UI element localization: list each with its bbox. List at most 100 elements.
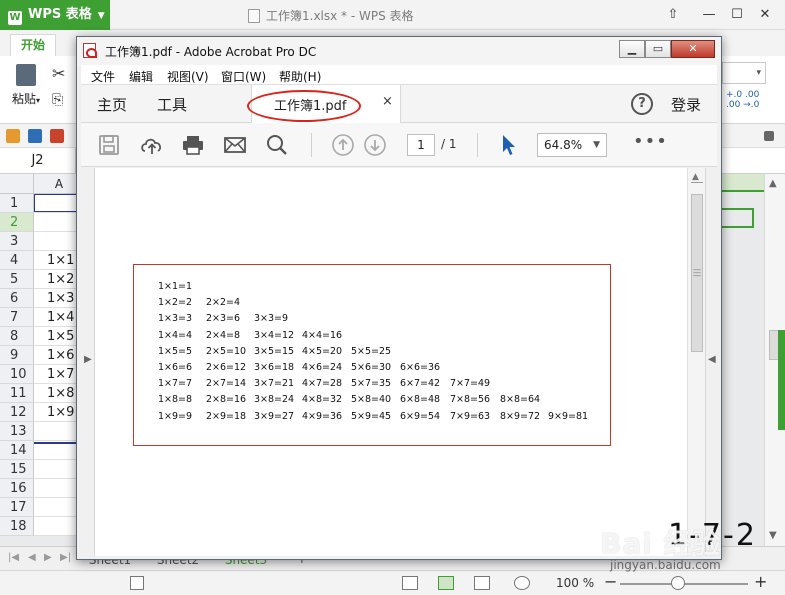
login-button[interactable]: 登录 (671, 94, 701, 115)
first-sheet-icon[interactable]: |◀ (8, 552, 19, 563)
copy-icon[interactable]: ⎘ (52, 92, 63, 108)
menu-window[interactable]: 窗口(W) (221, 68, 266, 85)
decimal-adjust-icon[interactable]: +.0 .00.00 →.0 (726, 90, 759, 110)
acrobat-menubar: 文件 编辑 视图(V) 窗口(W) 帮助(H) (81, 65, 717, 85)
select-all-corner[interactable] (0, 174, 34, 194)
row-header[interactable]: 13 (0, 422, 34, 441)
print-icon[interactable] (181, 133, 205, 157)
row-header[interactable]: 9 (0, 346, 34, 365)
table-cell: 3×7=21 (254, 378, 295, 390)
name-box[interactable]: J2 (0, 148, 76, 174)
scroll-down-icon[interactable]: ▼ (769, 530, 777, 541)
wps-app-menu-button[interactable]: W WPS 表格 ▼ (0, 0, 110, 30)
row-header[interactable]: 6 (0, 289, 34, 308)
more-tools-icon[interactable]: ••• (633, 131, 668, 152)
scissors-icon[interactable]: ✂ (52, 64, 65, 83)
column-header-j[interactable] (720, 174, 765, 192)
acrobat-minimize-button[interactable]: ▁ (619, 40, 645, 58)
status-bar: 100 % − + (0, 570, 785, 595)
open-folder-icon[interactable] (6, 129, 20, 143)
menu-edit[interactable]: 编辑 (129, 68, 153, 85)
select-cursor-icon[interactable] (497, 133, 521, 157)
nav-tools[interactable]: 工具 (157, 94, 187, 115)
export-pdf-icon[interactable] (50, 129, 64, 143)
acrobat-maximize-button[interactable]: ▭ (645, 40, 671, 58)
search-icon[interactable] (265, 133, 289, 157)
paste-button[interactable]: 粘贴▾ (8, 64, 44, 107)
wps-logo-icon: W (8, 11, 22, 25)
save-icon[interactable] (28, 129, 42, 143)
row-header[interactable]: 1 (0, 194, 34, 213)
side-panel-handle[interactable] (778, 330, 785, 430)
row-header[interactable]: 2 (0, 213, 34, 232)
number-format-select[interactable]: ▾ (722, 62, 766, 84)
last-sheet-icon[interactable]: ▶| (60, 552, 71, 563)
zoom-select[interactable]: 64.8% ▼ (537, 133, 607, 157)
scroll-up-icon[interactable]: ▲ (769, 178, 777, 189)
page-up-icon[interactable] (331, 133, 355, 157)
row-header[interactable]: 5 (0, 270, 34, 289)
pdf-vertical-scrollbar[interactable]: ▲ — — — (687, 168, 705, 556)
clipboard-icon (16, 64, 36, 86)
table-cell: 4×9=36 (302, 410, 343, 422)
scroll-up-icon[interactable]: ▲ (692, 172, 699, 182)
cloud-upload-icon[interactable] (139, 133, 163, 157)
chevron-down-icon: ▾ (36, 96, 41, 105)
row-header[interactable]: 7 (0, 308, 34, 327)
close-button[interactable]: ✕ (756, 6, 774, 24)
page-number-input[interactable]: 1 (407, 134, 435, 156)
left-panel-toggle[interactable]: ▶ (81, 168, 95, 556)
view-page-break-icon[interactable] (402, 576, 418, 590)
menu-view[interactable]: 视图(V) (167, 68, 209, 85)
row-header[interactable]: 15 (0, 460, 34, 479)
close-tab-icon[interactable]: × (382, 94, 393, 109)
collapse-ribbon-icon[interactable] (764, 131, 774, 141)
menu-help[interactable]: 帮助(H) (279, 68, 321, 85)
acrobat-titlebar: 工作簿1.pdf - Adobe Acrobat Pro DC ▁ ▭ ✕ (77, 37, 721, 65)
zoom-in-icon[interactable]: + (754, 572, 767, 591)
view-normal-icon[interactable] (438, 576, 454, 590)
row-header[interactable]: 17 (0, 498, 34, 517)
row-header[interactable]: 16 (0, 479, 34, 498)
save-icon[interactable] (97, 133, 121, 157)
email-icon[interactable] (223, 133, 247, 157)
minimize-button[interactable]: — (700, 6, 718, 24)
row-header[interactable]: 11 (0, 384, 34, 403)
help-icon[interactable]: ? (631, 93, 653, 115)
row-header[interactable]: 4 (0, 251, 34, 270)
table-cell: 2×9=18 (206, 410, 247, 422)
share-icon[interactable]: ⇧ (664, 6, 682, 24)
screen: W WPS 表格 ▼ 工作簿1.xlsx * - WPS 表格 ⇧ — ☐ ✕ 开始… (0, 0, 785, 595)
row-header[interactable]: 14 (0, 441, 34, 460)
acrobat-close-button[interactable]: ✕ (671, 40, 715, 58)
active-cell-j2[interactable] (720, 208, 754, 228)
zoom-out-icon[interactable]: − (604, 572, 617, 591)
wps-app-name: WPS 表格 (28, 7, 92, 22)
table-cell: 6×7=42 (400, 378, 441, 390)
view-layout-icon[interactable] (474, 576, 490, 590)
row-header[interactable]: 8 (0, 327, 34, 346)
table-cell: 1×3=3 (158, 313, 193, 325)
pdf-page: 1×1=1 1×2=2 2×2=4 1×3=3 2×3=6 3×3=9 1×4=4 2×4=8… (95, 168, 689, 556)
macro-icon[interactable] (130, 576, 144, 590)
row-header[interactable]: 18 (0, 517, 34, 536)
eye-protect-icon[interactable] (514, 576, 530, 590)
right-panel-toggle[interactable]: ◀ (705, 168, 717, 556)
table-cell: 5×7=35 (351, 378, 392, 390)
page-down-icon[interactable] (363, 133, 387, 157)
row-header[interactable]: 3 (0, 232, 34, 251)
menu-file[interactable]: 文件 (91, 68, 115, 85)
next-sheet-icon[interactable]: ▶ (44, 552, 52, 563)
wps-window-title: 工作簿1.xlsx * - WPS 表格 (248, 7, 414, 24)
table-cell: 3×3=9 (254, 313, 289, 325)
pdf-file-icon (83, 43, 97, 58)
row-header[interactable]: 10 (0, 365, 34, 384)
table-cell: 5×9=45 (351, 410, 392, 422)
row-header[interactable]: 12 (0, 403, 34, 422)
maximize-button[interactable]: ☐ (728, 6, 746, 24)
nav-home[interactable]: 主页 (97, 94, 127, 115)
zoom-slider-thumb[interactable] (670, 576, 685, 590)
table-cell: 2×5=10 (206, 345, 247, 357)
tab-home[interactable]: 开始 (10, 34, 56, 56)
prev-sheet-icon[interactable]: ◀ (28, 552, 36, 563)
